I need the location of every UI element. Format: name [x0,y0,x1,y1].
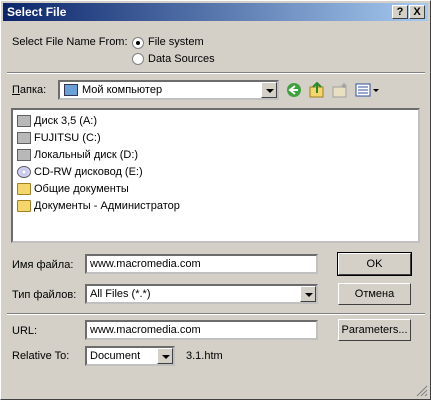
chevron-down-icon[interactable] [300,286,316,302]
relative-label: Relative To: [12,350,70,362]
floppy-drive-icon [17,114,31,127]
filename-value: www.macromedia.com [90,258,201,270]
list-item[interactable]: Документы - Администратор [17,197,180,214]
my-computer-icon [64,84,78,96]
relative-select[interactable]: Document [85,346,175,366]
divider [7,313,425,315]
relative-file: 3.1.htm [186,350,223,362]
chevron-down-icon[interactable] [157,348,173,364]
cd-drive-icon [17,165,31,178]
list-item[interactable]: Диск 3,5 (A:) [17,112,97,129]
source-label: Select File Name From: [12,36,128,48]
list-item[interactable]: FUJITSU (C:) [17,129,101,146]
file-system-label[interactable]: File system [148,36,204,48]
chevron-down-icon[interactable] [261,82,277,98]
select-file-dialog: Select File ? X Select File Name From: F… [0,0,431,400]
url-input[interactable]: www.macromedia.com [85,320,318,340]
help-button[interactable]: ? [392,5,408,19]
ok-button[interactable]: OK [337,252,412,276]
url-value: www.macromedia.com [90,324,201,336]
up-folder-icon[interactable] [308,81,326,99]
folder-label: Папка: [12,84,47,96]
filename-input[interactable]: www.macromedia.com [85,254,318,274]
new-folder-icon[interactable] [331,81,349,99]
dialog-title: Select File [7,5,67,19]
resize-grip-icon[interactable] [416,385,428,397]
list-item[interactable]: Локальный диск (D:) [17,146,138,163]
folder-icon [17,199,31,212]
parameters-button[interactable]: Parameters... [338,319,411,341]
file-list[interactable]: Диск 3,5 (A:) FUJITSU (C:) Локальный дис… [11,108,420,243]
radio-data-sources[interactable] [132,53,144,65]
radio-file-system[interactable] [132,37,144,49]
hard-drive-icon [17,131,31,144]
hard-drive-icon [17,148,31,161]
list-item[interactable]: Общие документы [17,180,129,197]
folder-icon [17,182,31,195]
close-button[interactable]: X [409,5,425,19]
filename-label: Имя файла: [12,259,74,271]
filetype-combo[interactable]: All Files (*.*) [85,284,318,304]
folder-combo[interactable]: Мой компьютер [58,80,279,100]
filetype-value: All Files (*.*) [90,288,151,300]
data-sources-label[interactable]: Data Sources [148,53,215,65]
relative-value: Document [90,350,141,362]
list-item[interactable]: CD-RW дисковод (E:) [17,163,143,180]
view-menu-icon[interactable] [354,81,380,99]
divider [7,72,425,74]
cancel-button[interactable]: Отмена [338,283,411,305]
folder-value: Мой компьютер [82,84,163,96]
title-bar[interactable]: Select File ? X [3,3,428,21]
filetype-label: Тип файлов: [12,289,77,301]
url-label: URL: [12,325,38,337]
back-icon[interactable] [285,81,303,99]
